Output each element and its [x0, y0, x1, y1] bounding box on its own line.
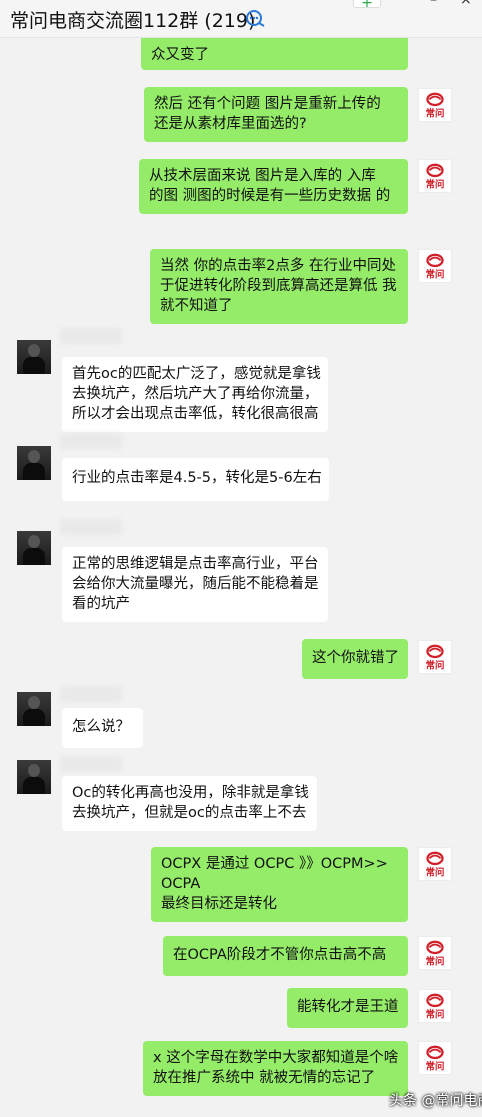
avatar[interactable]: 常问	[418, 989, 452, 1023]
message-line: 从技术层面来说 图片是入库的 入库	[149, 168, 376, 184]
message-bubble-sent[interactable]: 当然 你的点击率2点多 在行业中同处 于促进转化阶段到底算高还是算低 我 就不知…	[150, 249, 408, 324]
message-bubble-received[interactable]: 首先oc的匹配太广泛了，感觉就是拿钱 去换坑产，然后坑产大了再给你流量， 所以才…	[62, 357, 328, 432]
logo-text: 常问	[426, 268, 445, 280]
group-title: 常问电商交流圈112群 (219)	[10, 10, 256, 32]
title-bar: 常问电商交流圈112群 (219) + – ×	[0, 0, 482, 38]
message-line: 所以才会出现点击率低，转化很高很高	[72, 406, 319, 422]
logo-text: 常问	[426, 955, 445, 967]
sender-name	[60, 519, 122, 535]
sender-name	[60, 686, 122, 702]
message-line: 的图 测图的时候是有一些历史数据 的	[149, 188, 391, 204]
changwen-logo-icon: 常问	[426, 851, 445, 878]
message-bubble-sent[interactable]: 然后 还有个问题 图片是重新上传的 还是从素材库里面选的?	[144, 87, 408, 142]
message-line: 去换坑产，然后坑产大了再给你流量，	[72, 386, 319, 402]
message-bubble-received[interactable]: 行业的点击率是4.5-5，转化是5-6左右	[62, 458, 329, 501]
avatar[interactable]: 常问	[418, 159, 452, 193]
message-line: 首先oc的匹配太广泛了，感觉就是拿钱	[72, 366, 321, 382]
message-line: 就不知道了	[160, 298, 233, 314]
message-line: 放在推广系统中 就被无情的忘记了	[153, 1070, 376, 1086]
message-bubble-sent[interactable]: 众又变了	[141, 38, 408, 70]
changwen-logo-icon: 常问	[426, 940, 445, 967]
message-bubble-sent[interactable]: 从技术层面来说 图片是入库的 入库 的图 测图的时候是有一些历史数据 的	[139, 159, 408, 214]
message-bubble-sent[interactable]: 在OCPA阶段才不管你点击高不高	[163, 936, 408, 976]
avatar[interactable]	[17, 531, 51, 565]
logo-text: 常问	[426, 1060, 445, 1072]
message-line: 还是从素材库里面选的?	[154, 116, 307, 132]
message-bubble-sent[interactable]: 能转化才是王道	[287, 988, 408, 1028]
changwen-logo-icon: 常问	[426, 163, 445, 190]
message-line: 最终目标还是转化	[161, 896, 277, 912]
message-line: OCPX 是通过 OCPC 》》OCPM>>	[161, 856, 388, 872]
logo-text: 常问	[426, 659, 445, 671]
watermark: 头条 @常问电商	[389, 1093, 482, 1109]
message-line: 怎么说？	[72, 719, 130, 735]
message-line: 在OCPA阶段才不管你点击高不高	[173, 947, 387, 963]
avatar[interactable]: 常问	[418, 640, 452, 674]
message-bubble-received[interactable]: 怎么说？	[62, 708, 143, 748]
message-line: OCPA	[161, 876, 201, 892]
avatar[interactable]	[17, 760, 51, 794]
message-line: 当然 你的点击率2点多 在行业中同处	[160, 258, 396, 274]
message-line: 会给你大流量曝光，随后能不能稳着是	[72, 576, 319, 592]
avatar[interactable]: 常问	[418, 936, 452, 970]
message-line: x 这个字母在数学中大家都知道是个啥	[153, 1050, 399, 1066]
message-bubble-received[interactable]: 正常的思维逻辑是点击率高行业，平台 会给你大流量曝光，随后能不能稳着是 看的坑产	[62, 547, 328, 622]
close-button[interactable]: ×	[460, 0, 472, 8]
logo-text: 常问	[426, 1008, 445, 1020]
sender-name	[60, 756, 122, 772]
avatar[interactable]	[17, 446, 51, 480]
avatar[interactable]	[17, 692, 51, 726]
avatar[interactable]: 常问	[418, 249, 452, 283]
add-button[interactable]: +	[353, 0, 381, 11]
logo-text: 常问	[426, 866, 445, 878]
minimize-button[interactable]: –	[430, 0, 437, 8]
changwen-logo-icon: 常问	[426, 92, 445, 119]
message-bubble-sent[interactable]: x 这个字母在数学中大家都知道是个啥 放在推广系统中 就被无情的忘记了	[143, 1041, 408, 1096]
message-line: 能转化才是王道	[297, 999, 399, 1015]
avatar[interactable]	[17, 340, 51, 374]
message-line: 然后 还有个问题 图片是重新上传的	[154, 96, 381, 112]
message-bubble-sent[interactable]: 这个你就错了	[302, 639, 408, 679]
changwen-logo-icon: 常问	[426, 1045, 445, 1072]
group-chat-icon[interactable]	[244, 8, 266, 28]
avatar[interactable]: 常问	[418, 847, 452, 881]
message-line: 看的坑产	[72, 596, 130, 612]
chat-area[interactable]: 众又变了 常问 然后 还有个问题 图片是重新上传的 还是从素材库里面选的? 常问…	[0, 38, 482, 1117]
message-line: 于促进转化阶段到底算高还是算低 我	[160, 278, 397, 294]
changwen-logo-icon: 常问	[426, 253, 445, 280]
logo-text: 常问	[426, 107, 445, 119]
changwen-logo-icon: 常问	[426, 644, 445, 671]
message-line: Oc的转化再高也没用，除非就是拿钱	[72, 785, 309, 801]
message-line: 正常的思维逻辑是点击率高行业，平台	[72, 556, 319, 572]
message-line: 众又变了	[151, 47, 209, 63]
message-line: 去换坑产，但就是oc的点击率上不去	[72, 805, 307, 821]
sender-name	[60, 433, 122, 449]
avatar[interactable]: 常问	[418, 1041, 452, 1075]
sender-name	[60, 328, 122, 344]
message-line: 这个你就错了	[312, 650, 399, 666]
logo-text: 常问	[426, 178, 445, 190]
message-line: 行业的点击率是4.5-5，转化是5-6左右	[72, 470, 322, 486]
avatar[interactable]: 常问	[418, 88, 452, 122]
message-bubble-sent[interactable]: OCPX 是通过 OCPC 》》OCPM>> OCPA 最终目标还是转化	[151, 847, 408, 922]
message-bubble-received[interactable]: Oc的转化再高也没用，除非就是拿钱 去换坑产，但就是oc的点击率上不去	[62, 776, 317, 831]
changwen-logo-icon: 常问	[426, 993, 445, 1020]
